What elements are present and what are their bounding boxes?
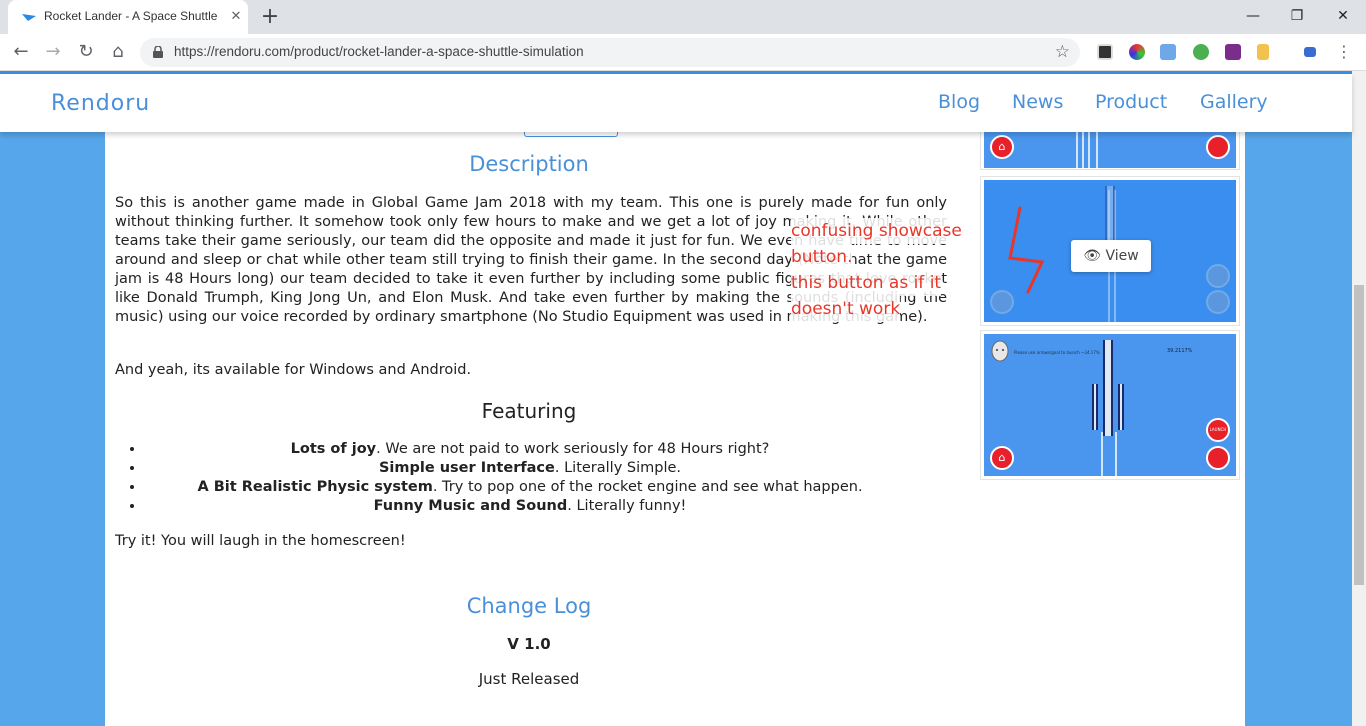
browser-tabstrip: Rocket Lander - A Space Shuttle ✕ + — ❐ …: [0, 0, 1366, 34]
extension-icon[interactable]: [1257, 44, 1269, 60]
tab-close-icon[interactable]: ✕: [228, 9, 244, 25]
launch-icon: [1206, 264, 1230, 288]
url-text: https://rendoru.com/product/rocket-lande…: [174, 44, 584, 59]
red-lightning-annotation: [1008, 206, 1045, 294]
rocket-booster: [1118, 384, 1124, 430]
launch-button: LAUNCH: [1206, 418, 1230, 442]
tab-title: Rocket Lander - A Space Shuttle: [44, 9, 218, 23]
home-button[interactable]: ⌂: [106, 40, 130, 64]
nav-link-blog[interactable]: Blog: [938, 91, 980, 113]
color-picker-extension-icon[interactable]: [1129, 44, 1145, 60]
extension-icon[interactable]: [1304, 47, 1316, 57]
try-it-text: Try it! You will laugh in the homescreen…: [115, 533, 406, 549]
site-header: Rendoru Blog News Product Gallery: [0, 74, 1352, 132]
screenshot-sidebar: ⌂ 👁 View Please use arrows/goal to launc…: [973, 124, 1245, 726]
browser-tab[interactable]: Rocket Lander - A Space Shuttle ✕: [8, 0, 248, 34]
restore-button[interactable]: ❐: [1282, 4, 1312, 28]
page-scrollbar[interactable]: [1352, 71, 1366, 726]
release-note: Just Released: [478, 670, 580, 688]
status-text: Please use arrows/goal to launch ~34.17%: [1014, 350, 1100, 355]
minimize-button[interactable]: —: [1238, 4, 1268, 28]
extension-icon[interactable]: [1193, 44, 1209, 60]
annotation-line-1: confusing showcase: [791, 218, 962, 244]
restart-icon: [1206, 290, 1230, 314]
status-value: 39.2117%: [1167, 348, 1193, 354]
rocket-booster: [1092, 384, 1098, 430]
lock-icon: [153, 46, 163, 58]
scrollbar-thumb[interactable]: [1354, 285, 1364, 585]
browser-menu-icon[interactable]: ⋮: [1332, 40, 1356, 64]
address-bar[interactable]: https://rendoru.com/product/rocket-lande…: [140, 38, 1080, 67]
feature-list: Lots of joy. We are not paid to work ser…: [145, 440, 915, 516]
restart-icon: [1206, 446, 1230, 470]
home-icon: ⌂: [990, 446, 1014, 470]
back-button[interactable]: ←: [9, 40, 33, 64]
reload-button[interactable]: ↻: [74, 40, 98, 64]
restart-icon: [1206, 135, 1230, 159]
extension-icon[interactable]: [1225, 44, 1241, 60]
extension-icon[interactable]: [1097, 44, 1113, 60]
eye-icon: 👁: [1083, 248, 1102, 264]
annotation-line-2: button.: [791, 244, 853, 270]
featuring-title: Featuring: [481, 399, 577, 423]
view-button-label: View: [1105, 248, 1139, 264]
screenshot-thumbnail[interactable]: 👁 View: [980, 176, 1240, 326]
rocket-favicon-icon: [22, 14, 36, 21]
avatar: [991, 340, 1009, 362]
rocket-graphic: [1103, 340, 1113, 436]
version-label: V 1.0: [507, 635, 551, 653]
list-item: A Bit Realistic Physic system. Try to po…: [145, 478, 915, 497]
screenshot-thumbnail[interactable]: Please use arrows/goal to launch ~34.17%…: [980, 330, 1240, 480]
list-item: Funny Music and Sound. Literally funny!: [145, 497, 915, 516]
description-title: Description: [469, 152, 589, 176]
forward-button[interactable]: →: [41, 40, 65, 64]
annotation-line-4: doesn't work: [791, 296, 901, 322]
list-item: Simple user Interface. Literally Simple.: [145, 459, 915, 478]
extension-icon[interactable]: [1160, 44, 1176, 60]
nav-link-gallery[interactable]: Gallery: [1200, 91, 1268, 113]
bookmark-star-icon[interactable]: ☆: [1055, 42, 1070, 62]
list-item: Lots of joy. We are not paid to work ser…: [145, 440, 915, 459]
availability-text: And yeah, its available for Windows and …: [115, 362, 472, 378]
site-logo[interactable]: Rendoru: [51, 91, 150, 116]
window-close-button[interactable]: ✕: [1328, 4, 1358, 28]
home-icon: ⌂: [990, 135, 1014, 159]
new-tab-button[interactable]: +: [258, 5, 282, 29]
nav-link-product[interactable]: Product: [1095, 91, 1167, 113]
annotation-line-3: this button as if it: [791, 270, 942, 296]
browser-toolbar: ← → ↻ ⌂ https://rendoru.com/product/rock…: [0, 34, 1366, 71]
view-button[interactable]: 👁 View: [1071, 240, 1151, 272]
nav-link-news[interactable]: News: [1012, 91, 1063, 113]
changelog-title: Change Log: [466, 594, 592, 618]
